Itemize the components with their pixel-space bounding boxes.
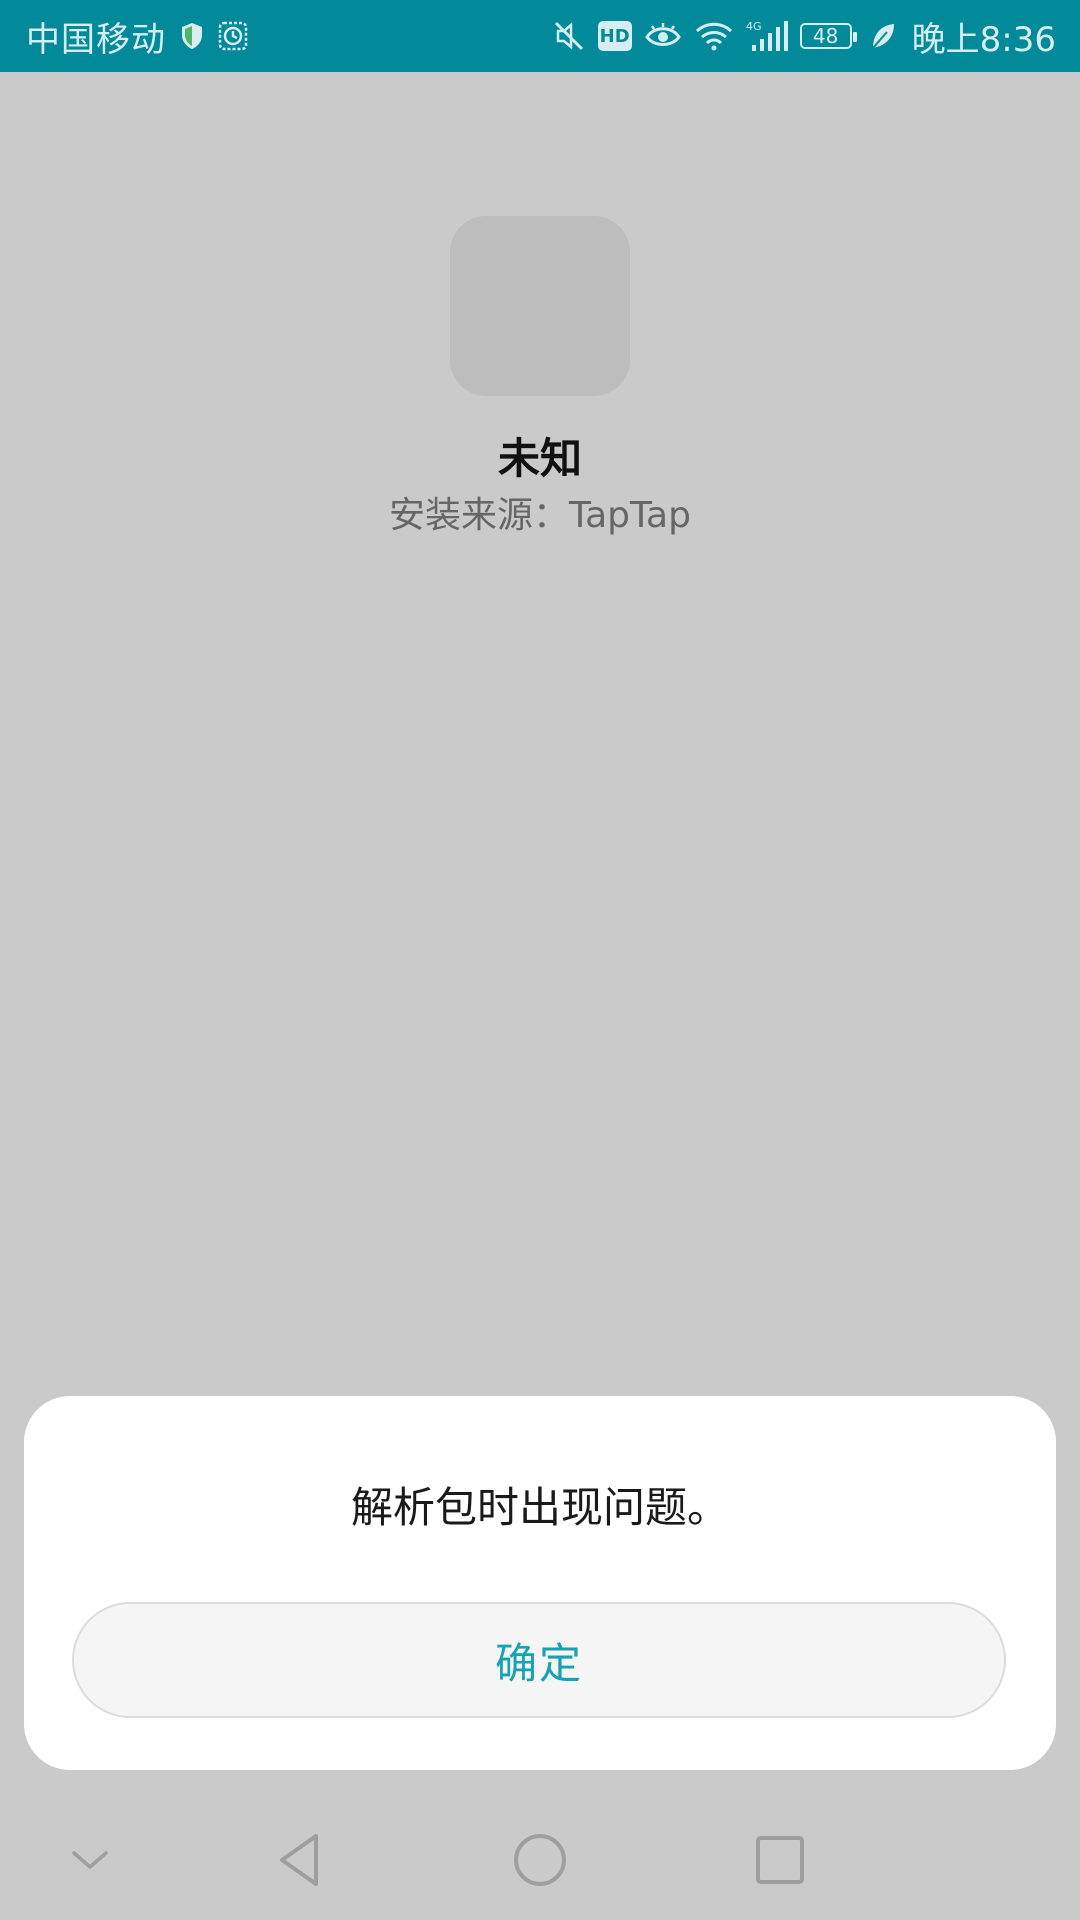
mute-icon [552, 19, 586, 53]
home-icon[interactable] [498, 1818, 582, 1902]
confirm-button[interactable]: 确定 [72, 1602, 1006, 1718]
carrier-label: 中国移动 [26, 19, 166, 60]
app-icon-placeholder [450, 216, 630, 396]
recents-icon[interactable] [738, 1818, 822, 1902]
battery-icon: 48 [799, 23, 857, 49]
eye-comfort-icon [644, 22, 682, 50]
status-bar-left: 中国移动 [26, 0, 248, 72]
navigation-bar [0, 1800, 1080, 1920]
clock-app-icon [218, 21, 248, 51]
shield-icon [180, 22, 204, 50]
status-bar: 中国移动 HD 4G 48 晚上8:36 [0, 0, 1080, 72]
status-bar-right: HD 4G 48 晚上8:36 [552, 0, 1056, 72]
install-source-label: 安装来源：TapTap [389, 495, 691, 536]
wifi-icon [694, 20, 734, 52]
signal-icon: 4G [746, 19, 788, 53]
app-name: 未知 [497, 434, 582, 483]
battery-level: 48 [799, 23, 857, 49]
error-dialog: 解析包时出现问题。 确定 [24, 1396, 1056, 1770]
back-icon[interactable] [258, 1818, 342, 1902]
chevron-down-icon[interactable] [48, 1818, 132, 1902]
leaf-icon [870, 21, 896, 51]
dialog-message: 解析包时出现问题。 [350, 1483, 729, 1532]
clock-label: 晚上8:36 [911, 19, 1056, 60]
hd-icon: HD [597, 21, 632, 51]
network-type-label: 4G [746, 20, 762, 33]
